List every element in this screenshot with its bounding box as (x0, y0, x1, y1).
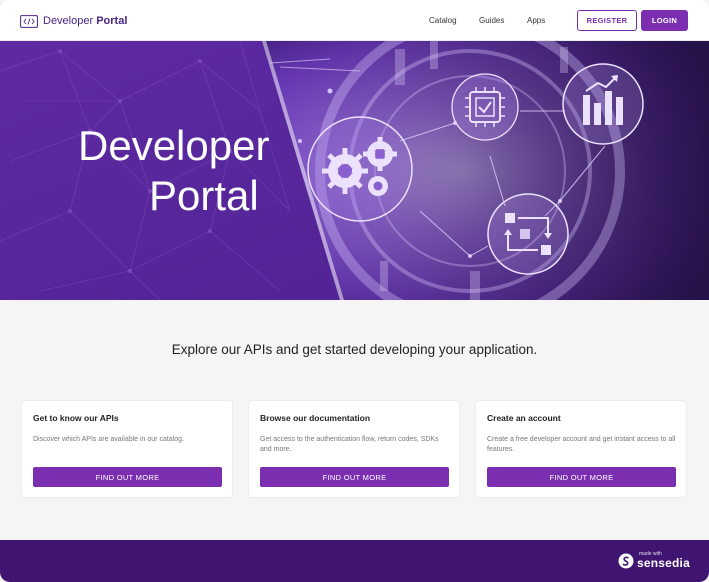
sensedia-logo-icon (618, 553, 634, 569)
card-description: Discover which APIs are available in our… (33, 436, 184, 443)
page-tagline: Explore our APIs and get started develop… (171, 342, 538, 357)
code-brackets-icon (20, 14, 38, 28)
nav-apps[interactable]: Apps (527, 16, 545, 25)
card-title: Browse our documentation (260, 413, 371, 423)
hero-banner: Developer Portal (0, 41, 709, 300)
bar-chart-icon (562, 63, 644, 145)
card-description: Create a free developer account and get … (487, 436, 676, 453)
brand-logo[interactable]: Developer Portal (20, 12, 127, 30)
card-title: Get to know our APIs (33, 413, 119, 423)
made-with-text: made with sensedia (637, 551, 693, 571)
find-out-more-apis-button[interactable]: FIND OUT MORE (33, 467, 222, 487)
card-apis: Get to know our APIs Discover which APIs… (21, 400, 233, 498)
register-button[interactable]: REGISTER (577, 10, 637, 31)
chip-check-icon (451, 73, 519, 141)
sensedia-wordmark: sensedia (637, 556, 690, 570)
workflow-icon (487, 193, 569, 275)
find-out-more-documentation-button[interactable]: FIND OUT MORE (260, 467, 449, 487)
hero-background (0, 41, 709, 300)
card-description: Get access to the authentication flow, r… (260, 436, 439, 453)
login-button[interactable]: LOGIN (641, 10, 688, 31)
hero-title-line-2: Portal (149, 172, 259, 219)
find-out-more-account-button[interactable]: FIND OUT MORE (487, 467, 676, 487)
card-documentation: Browse our documentation Get access to t… (248, 400, 460, 498)
card-title: Create an account (487, 413, 561, 423)
brand-name: Developer Portal (43, 15, 127, 27)
footer (0, 540, 709, 582)
brand-prefix: Developer (43, 15, 97, 27)
nav-catalog[interactable]: Catalog (429, 16, 457, 25)
nav-guides[interactable]: Guides (479, 16, 504, 25)
brand-suffix: Portal (96, 15, 128, 27)
card-account: Create an account Create a free develope… (475, 400, 687, 498)
top-navigation-bar: Developer Portal Catalog Guides Apps REG… (0, 0, 709, 41)
gears-icon (307, 116, 413, 222)
page: Developer Portal Catalog Guides Apps REG… (0, 0, 709, 582)
hero-title-line-1: Developer (78, 122, 270, 169)
made-with-sensedia[interactable]: made with sensedia (618, 551, 693, 571)
